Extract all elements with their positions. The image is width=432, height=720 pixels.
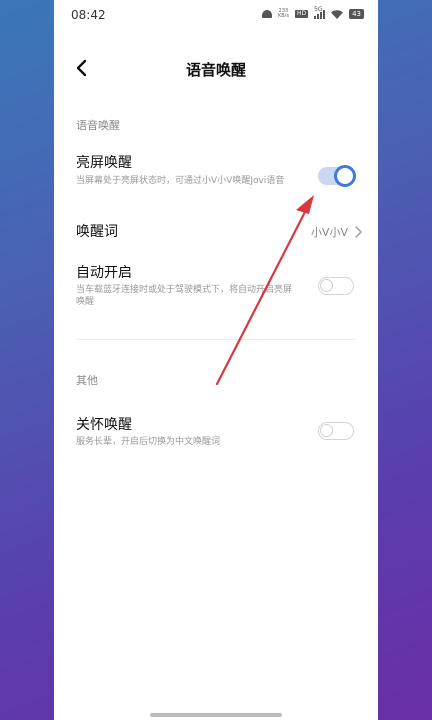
status-bar: 08:42 233 KB/s HD 5G 43: [54, 0, 378, 30]
network-speed-unit: KB/s: [277, 13, 289, 19]
toggle-knob: [320, 279, 333, 292]
section-label-other: 其他: [76, 374, 98, 387]
status-icons: 233 KB/s HD 5G 43: [261, 6, 364, 19]
hd-icon: HD: [294, 10, 309, 18]
wake-word-row[interactable]: 唤醒词 小V小V: [54, 216, 378, 248]
section-label-voice-wake: 语音唤醒: [76, 119, 120, 132]
setting-description: 服务长辈，开启后切换为中文唤醒词: [76, 437, 221, 447]
screen-on-wake-toggle[interactable]: [318, 165, 356, 187]
chevron-right-icon: [355, 226, 362, 238]
setting-description: 当屏幕处于亮屏状态时，可通过小V小V唤醒Jovi语音: [76, 176, 285, 186]
toggle-knob: [320, 424, 333, 437]
wifi-icon: [331, 9, 344, 19]
home-indicator[interactable]: [150, 713, 282, 717]
signal-icon: 5G: [314, 6, 326, 19]
toggle-knob: [334, 165, 356, 187]
header: 语音唤醒: [54, 52, 378, 84]
status-time: 08:42: [71, 8, 106, 22]
page-title: 语音唤醒: [185, 61, 246, 79]
setting-description: 当车载蓝牙连接时或处于驾驶模式下，将自动开启亮屏唤醒: [76, 285, 293, 307]
setting-title: 关怀唤醒: [76, 417, 132, 433]
setting-title: 亮屏唤醒: [76, 155, 132, 171]
care-wake-toggle[interactable]: [318, 422, 354, 440]
divider: [76, 339, 356, 340]
battery-icon: 43: [349, 9, 364, 19]
setting-title: 自动开启: [76, 265, 132, 281]
network-type: 5G: [314, 5, 323, 13]
wake-word-value: 小V小V: [310, 226, 348, 239]
auto-enable-toggle[interactable]: [318, 277, 354, 295]
network-speed: 233 KB/s: [278, 9, 289, 19]
settings-screen: 08:42 233 KB/s HD 5G 43 语音唤醒 语音唤醒 亮屏唤醒 当…: [54, 0, 378, 720]
android-notification-icon: [261, 10, 272, 18]
setting-title: 唤醒词: [76, 224, 118, 240]
